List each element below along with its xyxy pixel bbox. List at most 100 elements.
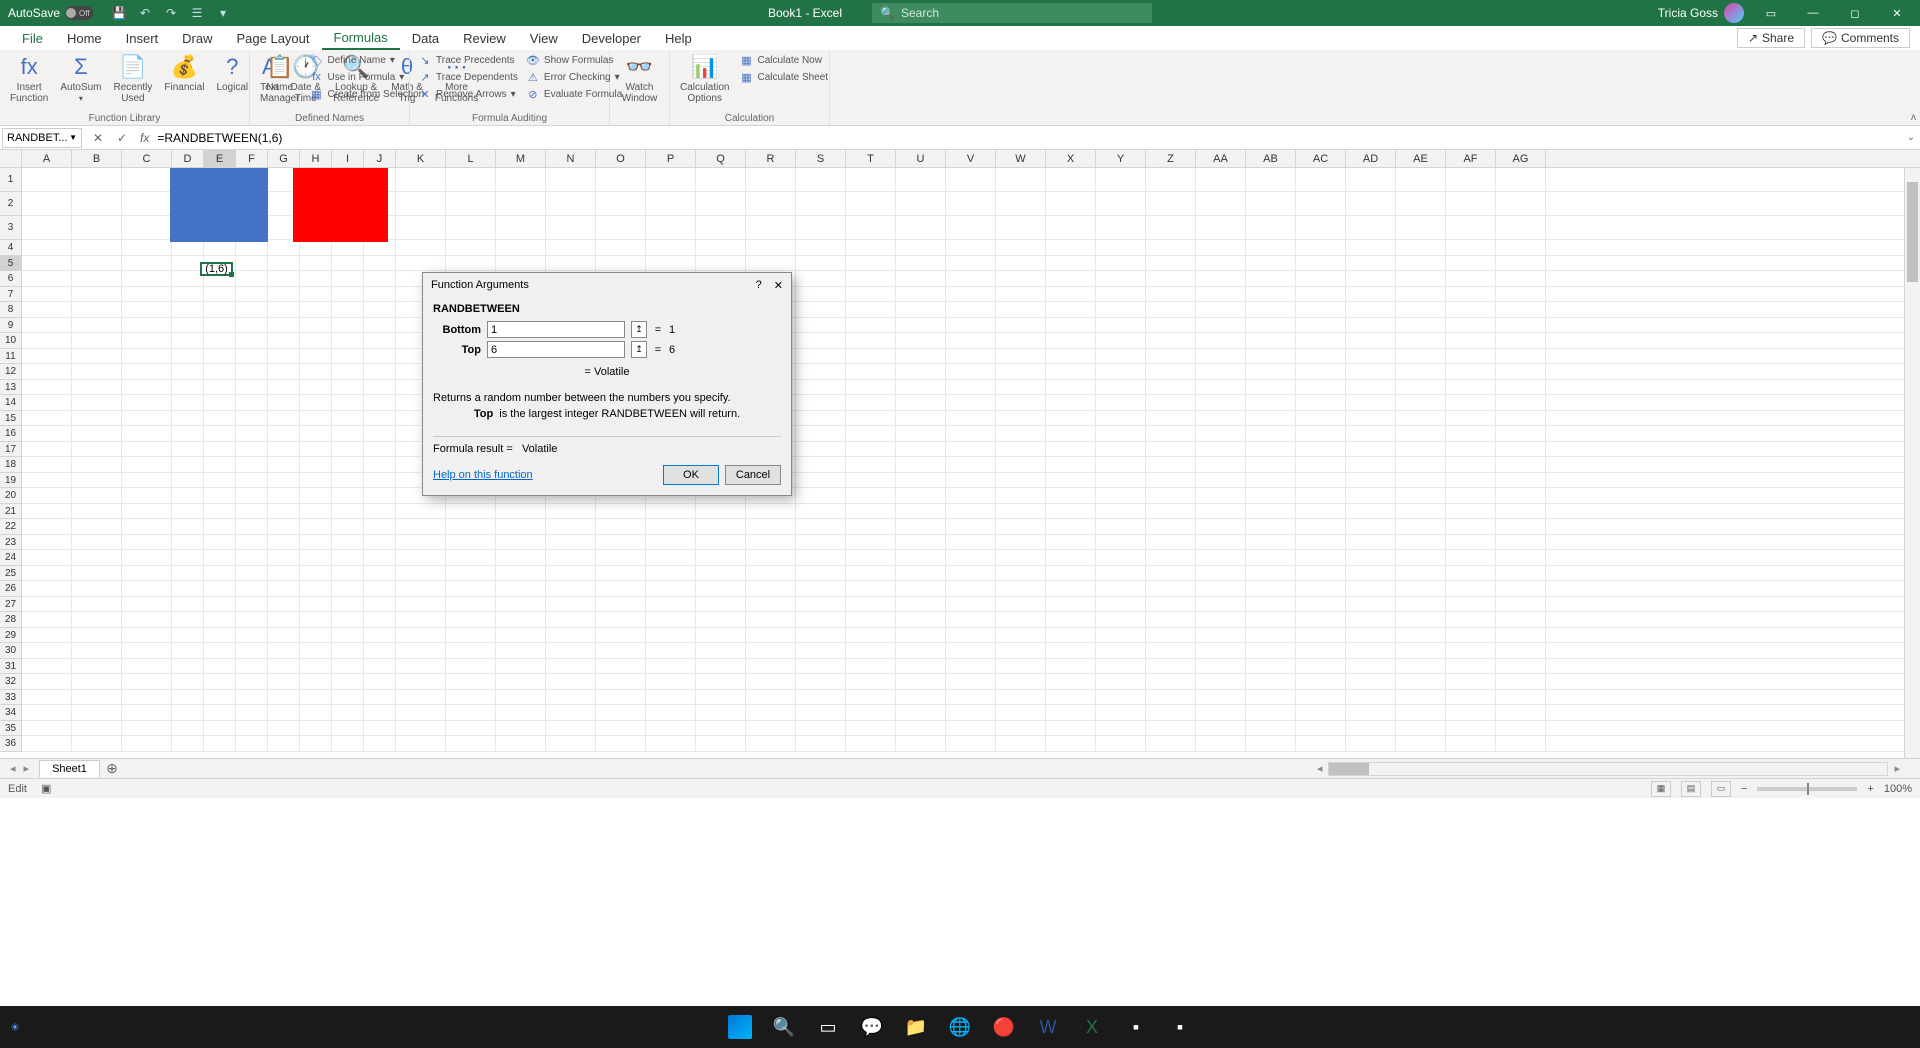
cell[interactable] [122,535,172,550]
cell[interactable] [696,550,746,565]
cell[interactable] [332,287,364,302]
cell[interactable] [204,302,236,317]
column-header[interactable]: AE [1396,150,1446,167]
row-header[interactable]: 30 [0,643,21,659]
app-icon[interactable]: ▪ [1161,1008,1199,1046]
cell[interactable] [1396,705,1446,720]
sheet-nav-prev-icon[interactable]: ◂ [10,762,16,775]
cell[interactable] [172,504,204,519]
cell[interactable] [1396,612,1446,627]
zoom-in-icon[interactable]: + [1867,783,1873,795]
cell[interactable] [696,256,746,271]
cell[interactable] [596,240,646,255]
cell[interactable] [332,380,364,395]
name-box[interactable]: RANDBET...▼ [2,128,82,148]
column-header[interactable]: Q [696,150,746,167]
cell[interactable] [1296,690,1346,705]
cell[interactable] [1346,216,1396,239]
cell[interactable] [696,216,746,239]
cell[interactable] [364,426,396,441]
cell[interactable] [332,426,364,441]
cell[interactable] [1346,581,1396,596]
tab-insert[interactable]: Insert [114,28,171,49]
insert-function-button[interactable]: fxInsert Function [6,52,52,106]
cell[interactable] [236,395,268,410]
cell[interactable] [268,488,300,503]
cell[interactable] [396,550,446,565]
cell[interactable] [364,643,396,658]
close-icon[interactable]: ✕ [1882,0,1912,26]
cell[interactable] [496,535,546,550]
cell[interactable] [796,168,846,191]
cell[interactable] [300,442,332,457]
sheet-nav-next-icon[interactable]: ▸ [24,762,30,775]
cell[interactable] [268,705,300,720]
cell[interactable] [268,349,300,364]
cell[interactable] [1046,566,1096,581]
cell[interactable] [1396,364,1446,379]
row-header[interactable]: 20 [0,488,21,504]
cell[interactable] [1446,333,1496,348]
cell[interactable] [1196,659,1246,674]
cell[interactable] [1196,736,1246,751]
cell[interactable] [646,535,696,550]
cell[interactable] [596,581,646,596]
column-header[interactable]: J [364,150,396,167]
cell[interactable] [696,736,746,751]
cell[interactable] [896,168,946,191]
cell[interactable] [896,690,946,705]
watch-window-button[interactable]: 👓Watch Window [616,52,663,106]
cell[interactable] [1446,690,1496,705]
cell[interactable] [364,411,396,426]
cell[interactable] [1096,597,1146,612]
cell[interactable] [332,333,364,348]
cell[interactable] [446,550,496,565]
cell[interactable] [1246,411,1296,426]
cell[interactable] [1296,535,1346,550]
cell[interactable] [946,216,996,239]
cell[interactable] [1446,504,1496,519]
cell[interactable] [1046,411,1096,426]
cell[interactable] [300,504,332,519]
cell[interactable] [946,240,996,255]
autosave-toggle[interactable]: AutoSave Off [0,6,101,20]
cell[interactable] [1146,612,1196,627]
cell[interactable] [204,426,236,441]
cell[interactable] [1246,736,1296,751]
column-header[interactable]: X [1046,150,1096,167]
cell[interactable] [172,581,204,596]
cell[interactable] [1496,349,1546,364]
cell[interactable] [846,488,896,503]
column-header[interactable]: H [300,150,332,167]
cell[interactable] [332,705,364,720]
cell[interactable] [546,705,596,720]
cell[interactable] [1296,426,1346,441]
cell[interactable] [1146,736,1196,751]
row-header[interactable]: 9 [0,318,21,334]
cell[interactable] [1246,256,1296,271]
cell[interactable] [122,442,172,457]
row-header[interactable]: 18 [0,457,21,473]
cell[interactable] [696,659,746,674]
cell[interactable] [946,426,996,441]
cell[interactable] [396,597,446,612]
cell[interactable] [796,216,846,239]
cell[interactable] [364,442,396,457]
cell[interactable] [122,302,172,317]
cell[interactable] [946,535,996,550]
cell[interactable] [268,643,300,658]
cell[interactable] [446,519,496,534]
cell[interactable] [946,271,996,286]
cell[interactable] [204,674,236,689]
column-header[interactable]: W [996,150,1046,167]
column-header[interactable]: Z [1146,150,1196,167]
cell[interactable] [1346,566,1396,581]
cell[interactable] [1246,380,1296,395]
cell[interactable] [996,364,1046,379]
cell[interactable] [496,566,546,581]
cell[interactable] [746,597,796,612]
taskbar-search-icon[interactable]: 🔍 [765,1008,803,1046]
cell[interactable] [1346,168,1396,191]
cell[interactable] [896,473,946,488]
cell[interactable] [896,659,946,674]
